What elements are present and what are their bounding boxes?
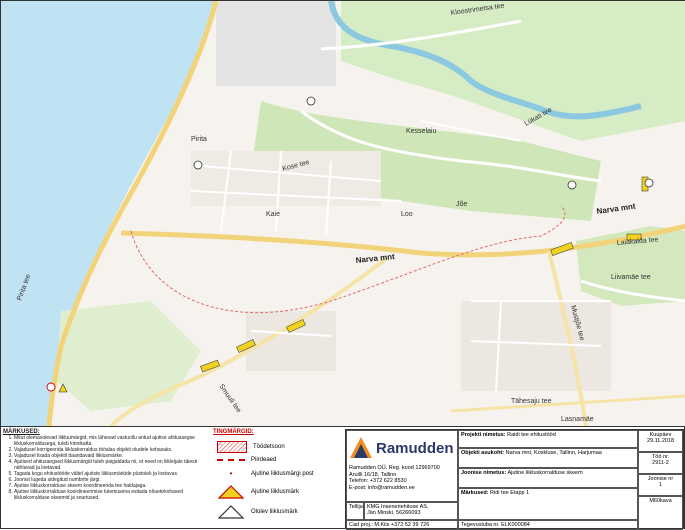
sign-post-icon: •: [229, 469, 233, 478]
symbol-row-existing-sign: Ololev liiklusmärk: [217, 505, 298, 519]
object-label: Objekti asukoht:: [461, 450, 505, 456]
fence-swatch: [217, 459, 245, 461]
company-line: Ramudden OÜ, Reg. kood 12969700: [349, 465, 440, 471]
client-label-cell: Tellija: [346, 502, 364, 520]
client-label: Tellija: [349, 504, 363, 510]
work-no-value: 2911-2: [652, 460, 669, 466]
symbol-row-work-zone: Töödetsoon: [217, 441, 285, 453]
sheet-no-cell: Joonise nr 1: [638, 474, 683, 496]
scale-cell: M60kava: [638, 496, 683, 530]
project-label: Projekti nimetus:: [461, 432, 506, 438]
temporary-sign-icon: [217, 485, 245, 499]
label-loo: Loo: [401, 211, 413, 218]
symbol-label: Ajutine liiklusmärgi post: [251, 470, 314, 477]
notes-list: Mitut olemasolevad liikluumärgid, mis lä…: [3, 435, 211, 501]
logo-text: Ramudden: [376, 439, 454, 457]
symbol-label: Ajutine liiklusmärk: [251, 489, 300, 495]
existing-sign-marker[interactable]: [193, 160, 203, 170]
work-no-cell: Töö nr. 2911-2: [638, 452, 683, 474]
remarks-label: Märkused:: [461, 490, 489, 496]
sheet-no-value: 1: [658, 482, 663, 488]
drawing-label: Joonise nimetus:: [461, 470, 507, 476]
note-item: Ajutise liikluskorralduse koordineerimis…: [14, 489, 211, 501]
symbols-panel: TINGMÄRGID: Töödetsoon Piirdeaed • Ajuti…: [213, 429, 341, 529]
map-canvas[interactable]: Kloostrimetsa tee Lükati tee Kesselaiu P…: [1, 1, 685, 426]
client-cell: KMG Inseneriehituse AS, Jän Minski, 5626…: [364, 502, 458, 520]
title-block: Ramudden Ramudden OÜ, Reg. kood 12969700…: [345, 429, 684, 530]
work-zone-swatch: [217, 441, 247, 453]
date-cell: Kuupäev 29.11.2018: [638, 430, 683, 452]
notes-panel: MÄRKUSED: Mitut olemasolevad liikluumärg…: [3, 429, 211, 501]
scale-value: M60kava: [649, 498, 672, 504]
existing-sign-marker[interactable]: [644, 178, 654, 188]
label-lasnamae: Lasnamäe: [561, 416, 594, 423]
order-value: ELK000084: [501, 522, 530, 528]
object-cell: Objekti asukoht: Narva mnt, Koskluse, Ta…: [458, 448, 638, 468]
label-liivamae: Liivamäe tee: [611, 274, 651, 281]
existing-sign-marker[interactable]: [306, 96, 316, 106]
residential-block: [246, 311, 336, 371]
company-line: E-post: info@ramudden.ee: [349, 484, 415, 491]
label-kaie: Kaie: [266, 211, 280, 218]
label-kesselaiu: Kesselaiu: [406, 128, 436, 135]
note-item: Mitut olemasolevad liikluumärgid, mis lä…: [14, 435, 211, 447]
company-info: Ramudden OÜ, Reg. kood 12969700 Aruilli …: [349, 465, 440, 491]
ramudden-logo-icon: [350, 437, 372, 458]
client-line: Jän Minski, 56266093: [367, 510, 421, 516]
object-value: Narva mnt, Koskluse, Tallinn, Harjumaa: [505, 450, 602, 456]
symbol-label: Töödetsoon: [253, 444, 285, 450]
remarks-cell: Märkused: Ridi tee Etapp 1: [458, 488, 638, 520]
legend-area: MÄRKUSED: Mitut olemasolevad liikluumärg…: [1, 426, 685, 530]
project-cell: Projekti nimetus: Raidi tee ehitustööd: [458, 430, 638, 448]
symbol-label: Piirdeaed: [251, 457, 277, 463]
label-tahesaju: Tähesaju tee: [511, 398, 552, 405]
symbol-row-post: • Ajutine liiklusmärgi post: [217, 469, 314, 478]
existing-sign-marker[interactable]: [46, 382, 56, 392]
label-pirita: Pirita: [191, 136, 207, 143]
existing-sign-icon: [217, 505, 245, 519]
cad-proj: Cad proj.: M.Kiis +372 52 39 726: [349, 522, 430, 528]
remarks-value: Ridi tee Etapp 1: [490, 490, 530, 496]
harbour-area: [216, 1, 336, 86]
existing-sign-marker[interactable]: [567, 180, 577, 190]
drawing-sheet: Kloostrimetsa tee Lükati tee Kesselaiu P…: [0, 0, 685, 530]
label-joe: Jõe: [456, 201, 467, 208]
date-value: 29.11.2018: [646, 438, 675, 444]
symbols-title: TINGMÄRGID:: [213, 429, 254, 435]
company-cell: Ramudden Ramudden OÜ, Reg. kood 12969700…: [346, 430, 458, 502]
project-value: Raidi tee ehitustööd: [507, 432, 556, 438]
drawing-value: Ajutine liikluskorralduse skeem: [507, 470, 583, 476]
company-logo: Ramudden: [349, 433, 457, 463]
note-item: Ajutised ahitusaegsed liiklusmärgid tule…: [14, 459, 211, 471]
order-label: Tegevusluba nr.: [461, 522, 500, 528]
symbol-label: Ololev liiklusmärk: [251, 509, 298, 515]
symbol-row-fence: Piirdeaed: [217, 457, 276, 463]
symbol-row-temp-sign: Ajutine liiklusmärk: [217, 485, 299, 499]
drawing-cell: Joonise nimetus: Ajutine liikluskorraldu…: [458, 468, 638, 488]
